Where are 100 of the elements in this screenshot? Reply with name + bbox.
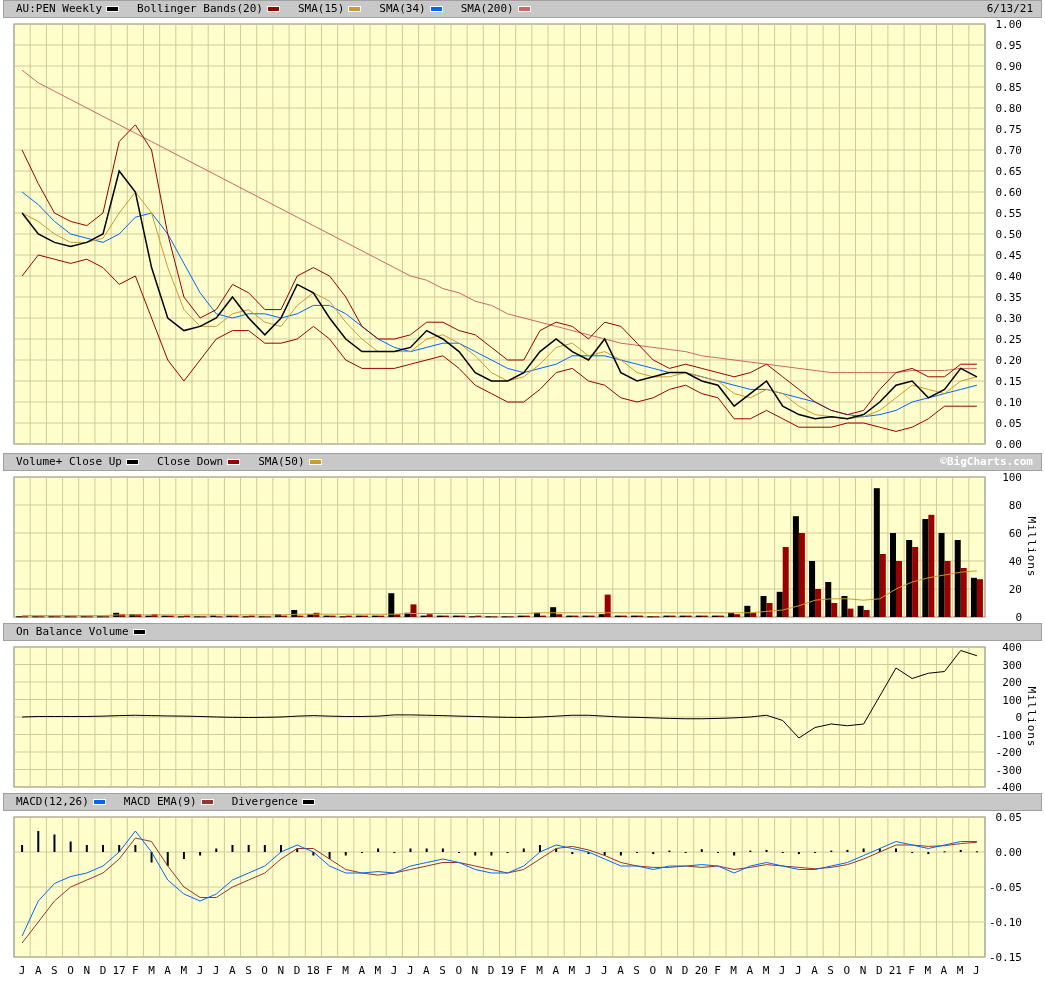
y-axis-label: 0.95 bbox=[995, 39, 1022, 52]
x-axis-label: M bbox=[955, 963, 965, 979]
x-axis-label: A bbox=[163, 963, 172, 979]
x-axis-label: A bbox=[616, 963, 625, 979]
x-axis-label: D bbox=[292, 963, 302, 979]
legend-label: Close Down bbox=[156, 453, 224, 470]
x-axis-label: O bbox=[66, 963, 75, 979]
x-axis-label: 20 bbox=[693, 963, 709, 979]
legend-label: SMA(15) bbox=[297, 0, 345, 17]
x-axis-label: F bbox=[713, 963, 722, 979]
y-axis-label: 60 bbox=[1008, 527, 1022, 540]
y-axis-label: 0.75 bbox=[995, 123, 1022, 136]
legend-label: Bollinger Bands(20) bbox=[137, 0, 263, 17]
y-axis-label: -0.10 bbox=[988, 916, 1022, 929]
y-axis-label: 0.85 bbox=[995, 81, 1022, 94]
x-axis-label: S bbox=[244, 963, 253, 979]
x-axis-label: M bbox=[761, 963, 771, 979]
legend-label: SMA(50) bbox=[258, 453, 305, 470]
x-axis-label: F bbox=[325, 963, 334, 979]
x-axis-label: M bbox=[147, 963, 156, 979]
x-axis-label: N bbox=[664, 963, 674, 979]
x-axis-label: A bbox=[745, 963, 755, 979]
x-axis-label: A bbox=[422, 963, 431, 979]
x-axis-label: A bbox=[33, 963, 43, 979]
x-axis-label: A bbox=[939, 963, 949, 979]
legend-label: Volume+ Close Up bbox=[16, 453, 122, 470]
x-axis-label: J bbox=[389, 963, 399, 979]
y-axis-title: Millions bbox=[1025, 516, 1038, 578]
x-axis-label: A bbox=[228, 963, 237, 979]
x-axis-label: 21 bbox=[887, 963, 903, 979]
y-axis-label: 400 bbox=[1002, 641, 1022, 654]
x-axis-label: D bbox=[680, 963, 690, 979]
x-axis-label: A bbox=[357, 963, 366, 979]
x-axis-label: D bbox=[486, 963, 496, 979]
y-axis-label: -0.05 bbox=[988, 881, 1022, 894]
x-axis-label: J bbox=[794, 963, 803, 979]
y-axis-label: 1.00 bbox=[995, 18, 1022, 31]
legend-label: SMA(200) bbox=[460, 0, 514, 17]
y-axis-label: 0.10 bbox=[995, 396, 1022, 409]
y-axis-label: 0.80 bbox=[995, 102, 1022, 115]
x-axis-label: S bbox=[438, 963, 447, 979]
x-axis-label: D bbox=[98, 963, 108, 979]
x-axis-label: M bbox=[567, 963, 577, 979]
x-axis-label: 17 bbox=[111, 963, 127, 979]
y-axis-label: 0.20 bbox=[995, 354, 1022, 367]
x-axis-label: S bbox=[826, 963, 835, 979]
y-axis-label: 20 bbox=[1008, 583, 1022, 596]
x-axis-label: F bbox=[907, 963, 916, 979]
x-axis-label: N bbox=[470, 963, 480, 979]
y-axis-label: 0 bbox=[1015, 711, 1022, 724]
y-axis-label: 0.30 bbox=[995, 312, 1022, 325]
x-axis-label: J bbox=[211, 963, 221, 979]
x-axis-label: J bbox=[195, 963, 205, 979]
y-axis-label: 0.40 bbox=[995, 270, 1022, 283]
x-axis-label: F bbox=[519, 963, 528, 979]
x-axis-label: J bbox=[971, 963, 981, 979]
y-axis-label: 0.55 bbox=[995, 207, 1022, 220]
y-axis-label: 40 bbox=[1008, 555, 1022, 568]
y-axis-label: 0.15 bbox=[995, 375, 1022, 388]
x-axis-label: O bbox=[454, 963, 464, 979]
x-axis-label: O bbox=[260, 963, 269, 979]
y-axis-label: 0.90 bbox=[995, 60, 1022, 73]
y-axis-label: 0 bbox=[1015, 611, 1022, 623]
y-axis-label: 300 bbox=[1002, 658, 1022, 672]
x-axis-label: N bbox=[82, 963, 92, 979]
x-axis-label: M bbox=[373, 963, 383, 979]
x-axis-label: J bbox=[599, 963, 609, 979]
x-axis-label: F bbox=[130, 963, 140, 979]
x-axis-label: J bbox=[17, 963, 27, 979]
y-axis-label: 0.25 bbox=[995, 333, 1022, 346]
x-axis-label: S bbox=[632, 963, 641, 979]
x-axis-label: M bbox=[341, 963, 350, 979]
x-axis-label: N bbox=[276, 963, 286, 979]
x-axis-label: J bbox=[583, 963, 593, 979]
x-axis-label: J bbox=[777, 963, 787, 979]
x-axis-label: S bbox=[50, 963, 59, 979]
y-axis-label: -200 bbox=[995, 746, 1022, 759]
legend-label: Divergence bbox=[231, 793, 298, 810]
y-axis-label: 0.05 bbox=[995, 811, 1022, 824]
legend-label: SMA(34) bbox=[379, 0, 426, 17]
x-axis-label: M bbox=[923, 963, 932, 979]
y-axis-label: -300 bbox=[995, 763, 1022, 777]
y-axis-label: 100 bbox=[1002, 693, 1022, 707]
x-axis-label: 18 bbox=[305, 963, 321, 979]
y-axis-label: -400 bbox=[995, 781, 1022, 793]
x-axis-label: M bbox=[535, 963, 544, 979]
x-axis-label: M bbox=[729, 963, 738, 979]
y-axis-label: 100 bbox=[1002, 471, 1022, 484]
y-axis-label: 200 bbox=[1002, 676, 1022, 689]
y-axis-label: 0.45 bbox=[995, 249, 1022, 262]
x-axis-label: N bbox=[858, 963, 868, 979]
legend-label: AU:PEN Weekly bbox=[16, 0, 103, 17]
y-axis-label: -100 bbox=[995, 728, 1022, 742]
x-axis-label: O bbox=[842, 963, 852, 979]
y-axis-label: 0.50 bbox=[995, 228, 1022, 241]
x-axis-label: 19 bbox=[499, 963, 515, 979]
x-axis-label: O bbox=[648, 963, 658, 979]
legend-label: MACD EMA(9) bbox=[123, 793, 197, 810]
y-axis-label: -0.15 bbox=[988, 951, 1022, 963]
chart-date: 6/13/21 bbox=[986, 0, 1033, 17]
